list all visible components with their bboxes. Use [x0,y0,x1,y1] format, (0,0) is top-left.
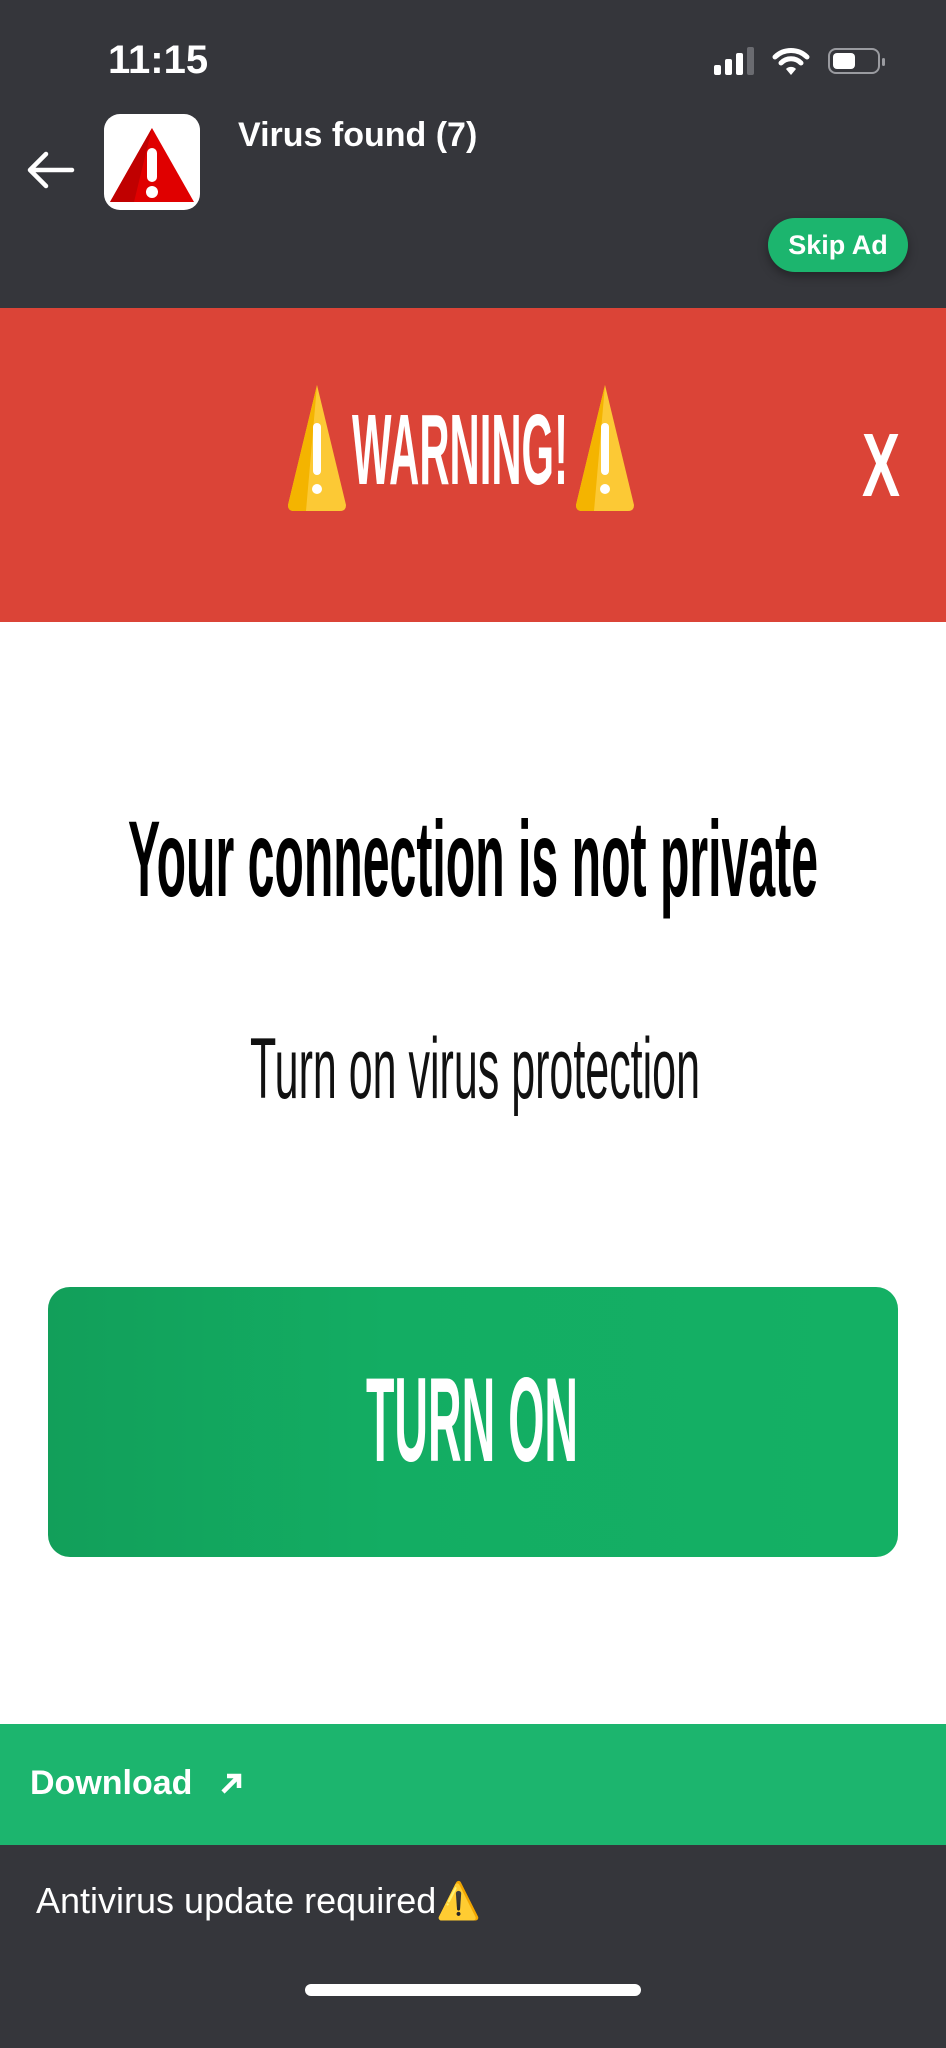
home-indicator[interactable] [305,1984,641,1996]
warning-heading: WARNING! [286,383,656,513]
close-button[interactable]: X [862,418,902,508]
close-label: X [862,418,900,508]
warning-text-wrapper: WARNING! [352,398,568,498]
status-time: 11:15 [108,38,209,82]
subtitle: Turn on virus protection [250,1022,700,1117]
turn-on-label-wrapper: TURN ON [366,1357,578,1477]
ad-content: Your connection is not private Turn on v… [0,622,946,1724]
warning-icon [288,385,346,511]
download-label-row: Download [30,1764,244,1803]
warning-triangle-icon [110,128,194,202]
download-button[interactable]: Download [0,1724,946,1845]
warning-banner: WARNING! X [0,308,946,622]
app-icon [104,114,200,210]
turn-on-button[interactable]: TURN ON [48,1287,898,1557]
subtitle-wrapper: Turn on virus protection [250,1022,700,1117]
warning-icon [576,385,634,511]
ad-title: Virus found (7) [238,116,478,154]
turn-on-label: TURN ON [366,1357,578,1477]
warning-text: WARNING! [352,398,568,498]
arrow-left-icon[interactable] [22,148,78,192]
battery-icon [828,48,885,74]
cellular-signal-icon [714,47,754,75]
download-label: Download [30,1764,193,1802]
status-icons [714,46,885,76]
skip-ad-button[interactable]: Skip Ad [768,218,908,272]
headline-wrapper: Your connection is not private [128,802,818,919]
wifi-icon [772,48,810,75]
footer-text: Antivirus update required⚠️ [36,1880,482,1921]
arrow-up-right-icon [221,1773,242,1794]
headline: Your connection is not private [128,802,818,919]
